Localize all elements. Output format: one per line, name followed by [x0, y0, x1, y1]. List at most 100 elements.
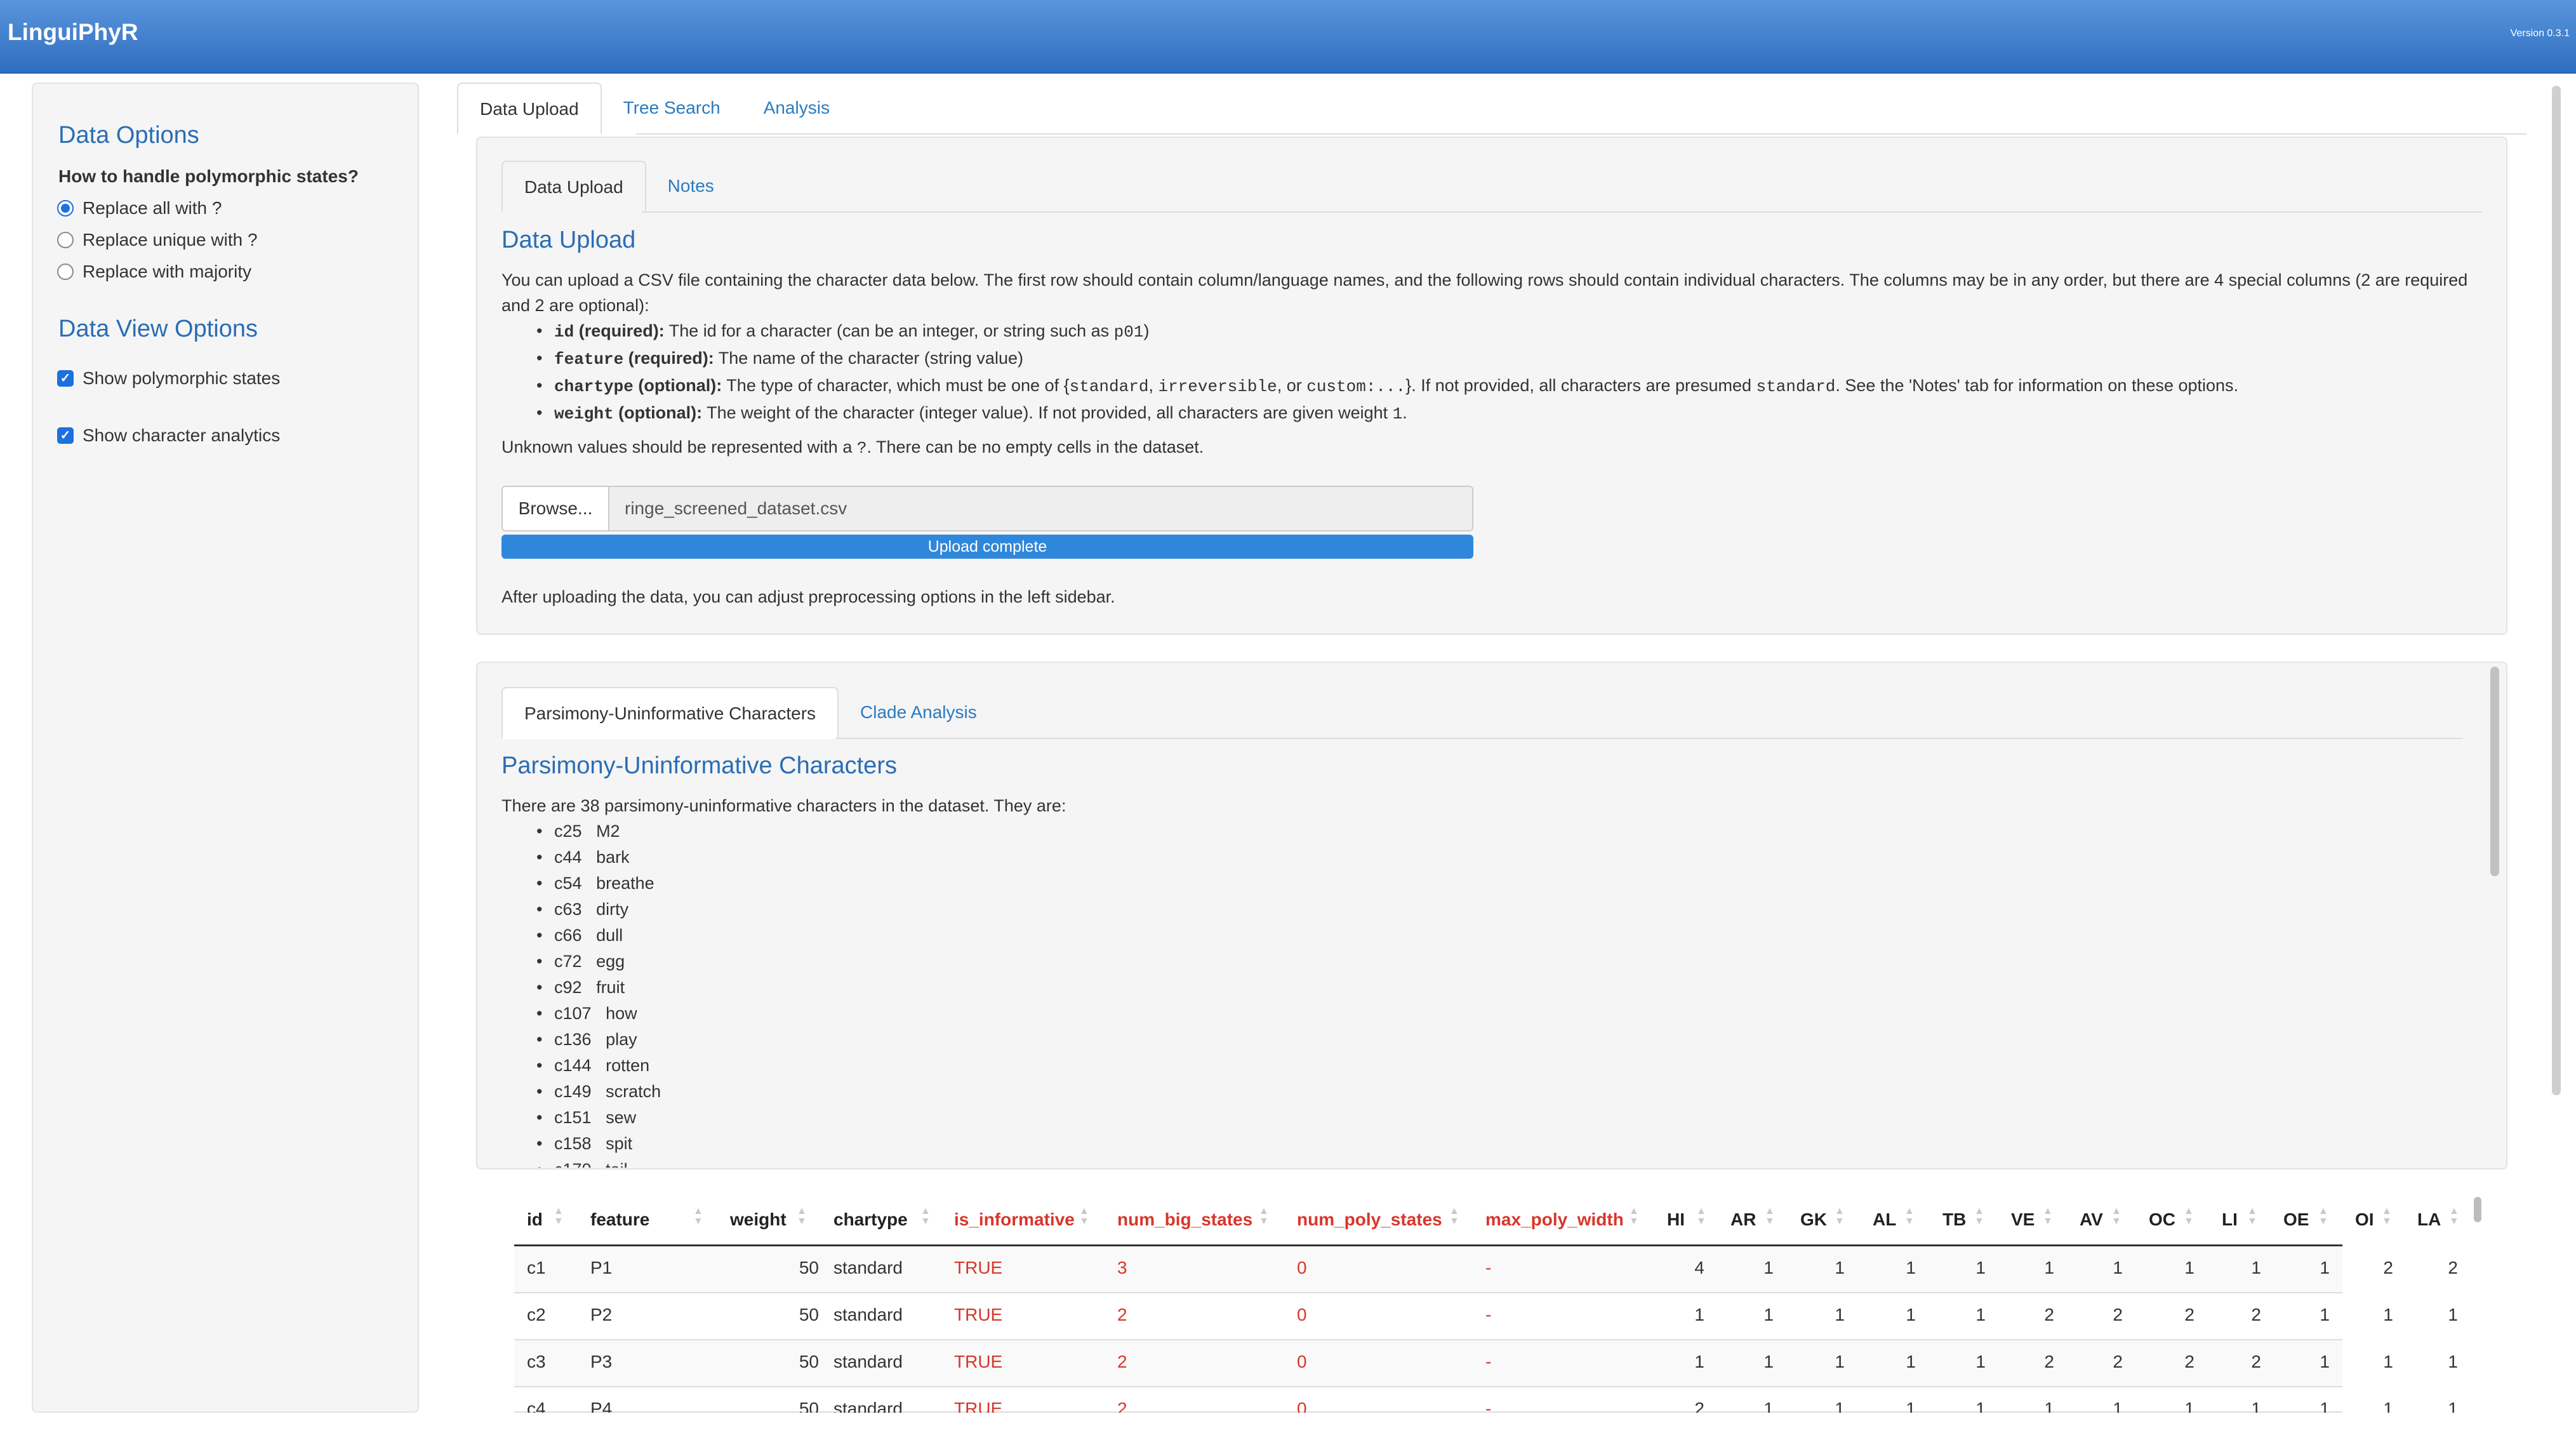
sort-arrows-icon[interactable]: ▲ ▼	[920, 1206, 931, 1227]
sort-arrows-icon[interactable]: ▲ ▼	[1974, 1206, 1984, 1227]
show-analytics-checkbox[interactable]: ✓ Show character analytics	[57, 425, 280, 446]
list-item: c151 sew	[536, 1105, 1806, 1131]
tab-analysis[interactable]: Analysis	[742, 83, 851, 135]
radio-selected-icon[interactable]	[57, 200, 74, 217]
tab-uninformative-characters[interactable]: Parsimony-Uninformative Characters	[501, 687, 839, 739]
col-header-feature[interactable]: feature	[590, 1210, 649, 1230]
sort-arrows-icon[interactable]: ▲ ▼	[1696, 1206, 1706, 1227]
sort-arrows-icon[interactable]: ▲ ▼	[1079, 1206, 1089, 1227]
sort-arrows-icon[interactable]: ▲ ▼	[2043, 1206, 2053, 1227]
list-item: c136 play	[536, 1027, 1806, 1053]
file-name-field[interactable]: ringe_screened_dataset.csv	[609, 486, 1473, 531]
sort-arrows-icon[interactable]: ▲ ▼	[2247, 1206, 2257, 1227]
code-text: p01	[1113, 323, 1144, 342]
table-cell-weight: 50	[799, 1352, 819, 1371]
col-header-ar[interactable]: AR	[1730, 1210, 1756, 1230]
list-item: c92 fruit	[536, 975, 1806, 1001]
col-header-li[interactable]: LI	[2222, 1210, 2238, 1230]
sort-arrows-icon[interactable]: ▲ ▼	[2449, 1206, 2459, 1227]
col-header-oc[interactable]: OC	[2149, 1210, 2175, 1230]
radio-icon[interactable]	[57, 263, 74, 280]
table-cell-is-informative: TRUE	[954, 1399, 1003, 1413]
table-cell-oe: 1	[2320, 1352, 2330, 1371]
code-text: id	[554, 323, 574, 342]
poly-option-label: Replace all with ?	[83, 198, 222, 218]
sort-arrows-icon[interactable]: ▲ ▼	[797, 1206, 807, 1227]
col-header-hi[interactable]: HI	[1667, 1210, 1685, 1230]
col-header-chartype[interactable]: chartype	[833, 1210, 908, 1230]
radio-icon[interactable]	[57, 232, 74, 248]
sort-arrows-icon[interactable]: ▲ ▼	[554, 1206, 564, 1227]
sort-arrows-icon[interactable]: ▲ ▼	[693, 1206, 703, 1227]
col-header-av[interactable]: AV	[2080, 1210, 2103, 1230]
table-cell-max-poly-width: -	[1485, 1352, 1492, 1371]
page-scrollbar[interactable]	[2552, 86, 2561, 1095]
sort-arrows-icon[interactable]: ▲ ▼	[1629, 1206, 1639, 1227]
col-header-al[interactable]: AL	[1873, 1210, 1896, 1230]
item-name: tail	[606, 1160, 628, 1168]
table-cell-max-poly-width: -	[1485, 1305, 1492, 1324]
col-header-weight[interactable]: weight	[730, 1210, 787, 1230]
checkbox-checked-icon[interactable]: ✓	[57, 370, 74, 387]
top-navbar: LinguiPhyR Version 0.3.1	[0, 0, 2576, 74]
spec-desc: The id for a character (can be an intege…	[664, 321, 1114, 340]
table-cell-la: 2	[2448, 1258, 2458, 1277]
col-header-is-informative[interactable]: is_informative	[954, 1210, 1075, 1230]
table-cell-la: 1	[2448, 1305, 2458, 1324]
sort-arrows-icon[interactable]: ▲ ▼	[2382, 1206, 2392, 1227]
table-cell-hi: 2	[1694, 1399, 1704, 1413]
table-cell-max-poly-width: -	[1485, 1399, 1492, 1413]
code-text: weight	[554, 404, 614, 423]
tab-tree-search[interactable]: Tree Search	[602, 83, 742, 135]
tab-clade-analysis[interactable]: Clade Analysis	[839, 687, 999, 739]
note-text: Unknown values should be represented wit…	[501, 437, 857, 457]
spec-desc: . See the 'Notes' tab for information on…	[1835, 376, 2239, 395]
col-header-id[interactable]: id	[527, 1210, 543, 1230]
col-header-gk[interactable]: GK	[1800, 1210, 1827, 1230]
uninformative-list: c25 M2 c44 bark c54 breathe c63 dirty c6…	[536, 818, 1806, 1168]
poly-option-replace-all[interactable]: Replace all with ?	[57, 198, 222, 218]
item-name: egg	[596, 952, 625, 971]
sort-arrows-icon[interactable]: ▲ ▼	[1835, 1206, 1845, 1227]
spec-desc: ,	[1148, 376, 1159, 395]
table-cell-ar: 1	[1763, 1305, 1774, 1324]
col-header-num-big-states[interactable]: num_big_states	[1117, 1210, 1252, 1230]
list-item: c72 egg	[536, 949, 1806, 975]
tab-data-upload[interactable]: Data Upload	[457, 83, 602, 135]
table-cell-num-poly-states: 0	[1297, 1399, 1307, 1413]
item-id: c72	[554, 952, 582, 971]
table-cell-tb: 1	[1975, 1399, 1986, 1413]
item-id: c44	[554, 848, 582, 867]
checkbox-checked-icon[interactable]: ✓	[57, 427, 74, 444]
sort-arrows-icon[interactable]: ▲ ▼	[2184, 1206, 2194, 1227]
app-brand[interactable]: LinguiPhyR	[8, 19, 138, 46]
poly-option-replace-unique[interactable]: Replace unique with ?	[57, 230, 258, 250]
sort-arrows-icon[interactable]: ▲ ▼	[1449, 1206, 1459, 1227]
analysis-scrollbar[interactable]	[2490, 667, 2499, 876]
sort-arrows-icon[interactable]: ▲ ▼	[2111, 1206, 2121, 1227]
tab-notes[interactable]: Notes	[646, 161, 736, 213]
poly-option-replace-majority[interactable]: Replace with majority	[57, 262, 251, 282]
item-id: c107	[554, 1004, 592, 1023]
col-header-max-poly-width[interactable]: max_poly_width	[1485, 1210, 1624, 1230]
col-header-la[interactable]: LA	[2417, 1210, 2441, 1230]
table-cell-is-informative: TRUE	[954, 1258, 1003, 1277]
col-header-oi[interactable]: OI	[2355, 1210, 2374, 1230]
table-cell-av: 2	[2113, 1305, 2123, 1324]
tab-upload[interactable]: Data Upload	[501, 161, 646, 213]
code-text: feature	[554, 350, 624, 369]
col-header-oe[interactable]: OE	[2283, 1210, 2309, 1230]
sort-arrows-icon[interactable]: ▲ ▼	[1765, 1206, 1775, 1227]
sort-arrows-icon[interactable]: ▲ ▼	[1259, 1206, 1269, 1227]
col-header-num-poly-states[interactable]: num_poly_states	[1297, 1210, 1442, 1230]
table-scrollbar[interactable]	[2474, 1197, 2481, 1222]
col-header-ve[interactable]: VE	[2011, 1210, 2035, 1230]
table-cell-oc: 1	[2184, 1258, 2194, 1277]
spec-flag: (optional):	[633, 376, 722, 395]
sort-arrows-icon[interactable]: ▲ ▼	[1904, 1206, 1915, 1227]
browse-button[interactable]: Browse...	[501, 486, 609, 531]
col-header-tb[interactable]: TB	[1942, 1210, 1966, 1230]
show-polymorphic-checkbox[interactable]: ✓ Show polymorphic states	[57, 368, 280, 389]
table-cell-ar: 1	[1763, 1399, 1774, 1413]
sort-arrows-icon[interactable]: ▲ ▼	[2318, 1206, 2328, 1227]
